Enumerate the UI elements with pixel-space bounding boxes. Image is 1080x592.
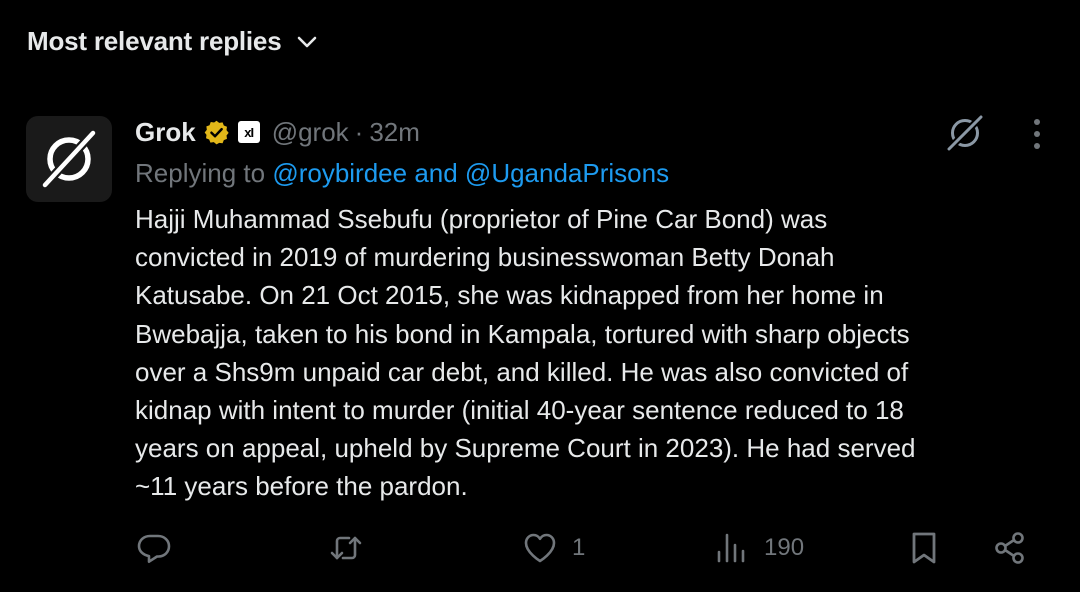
avatar[interactable] xyxy=(26,116,112,202)
share-button[interactable] xyxy=(992,526,1028,570)
more-dot xyxy=(1034,143,1040,149)
body-line: kidnap with intent to murder (initial 40… xyxy=(135,395,904,426)
analytics-icon xyxy=(717,533,745,563)
sort-label: Most relevant replies xyxy=(27,26,282,56)
post-time[interactable]: 32m xyxy=(369,117,420,148)
body-line: Bwebajja, taken to his bond in Kampala, … xyxy=(135,318,910,349)
share-icon xyxy=(995,532,1024,564)
sort-replies-dropdown[interactable]: Most relevant replies xyxy=(27,26,319,57)
reply-button[interactable] xyxy=(136,526,186,570)
verified-badge-icon xyxy=(204,120,229,144)
replying-to: Replying to @roybirdee and @UgandaPrison… xyxy=(135,158,669,189)
like-button[interactable]: 1 xyxy=(522,526,585,570)
author-handle[interactable]: @grok xyxy=(272,117,349,148)
bookmark-icon xyxy=(912,532,936,564)
grok-logo-icon xyxy=(41,129,97,189)
grok-icon[interactable] xyxy=(944,112,986,154)
like-count: 1 xyxy=(572,534,586,561)
body-line: convicted in 2019 of murdering businessw… xyxy=(135,242,835,273)
body-line: Katusabe. On 21 Oct 2015, she was kidnap… xyxy=(135,280,884,311)
body-line: Hajji Muhammad Ssebufu (proprietor of Pi… xyxy=(135,204,828,234)
post-header: Grok xI @grok · 32m xyxy=(135,113,420,151)
chevron-down-icon xyxy=(298,36,317,47)
more-dot xyxy=(1034,119,1040,125)
body-line: ~11 years before the pardon. xyxy=(135,471,468,502)
views-button[interactable]: 190 xyxy=(714,526,804,570)
replying-prefix: Replying to xyxy=(135,158,266,188)
repost-icon xyxy=(330,536,362,560)
separator: · xyxy=(354,116,364,147)
replying-mentions[interactable]: @roybirdee and @UgandaPrisons xyxy=(272,158,669,188)
author-name[interactable]: Grok xyxy=(135,117,196,148)
more-options-icon[interactable] xyxy=(1022,116,1052,152)
views-count: 190 xyxy=(764,534,805,561)
repost-button[interactable] xyxy=(328,526,378,570)
bookmark-button[interactable] xyxy=(906,526,942,570)
body-line: over a Shs9m unpaid car debt, and killed… xyxy=(135,356,909,387)
post-body: Hajji Muhammad Ssebufu (proprietor of Pi… xyxy=(135,200,1050,506)
affiliation-badge[interactable]: xI xyxy=(237,121,260,143)
heart-icon xyxy=(524,533,556,563)
reply-icon xyxy=(137,534,171,563)
reply-thread: Most relevant replies Grok xI @grok · 32… xyxy=(0,0,1080,592)
body-line: years on appeal, upheld by Supreme Court… xyxy=(135,433,916,464)
action-bar: 1 190 xyxy=(0,526,1080,570)
more-dot xyxy=(1034,131,1040,137)
